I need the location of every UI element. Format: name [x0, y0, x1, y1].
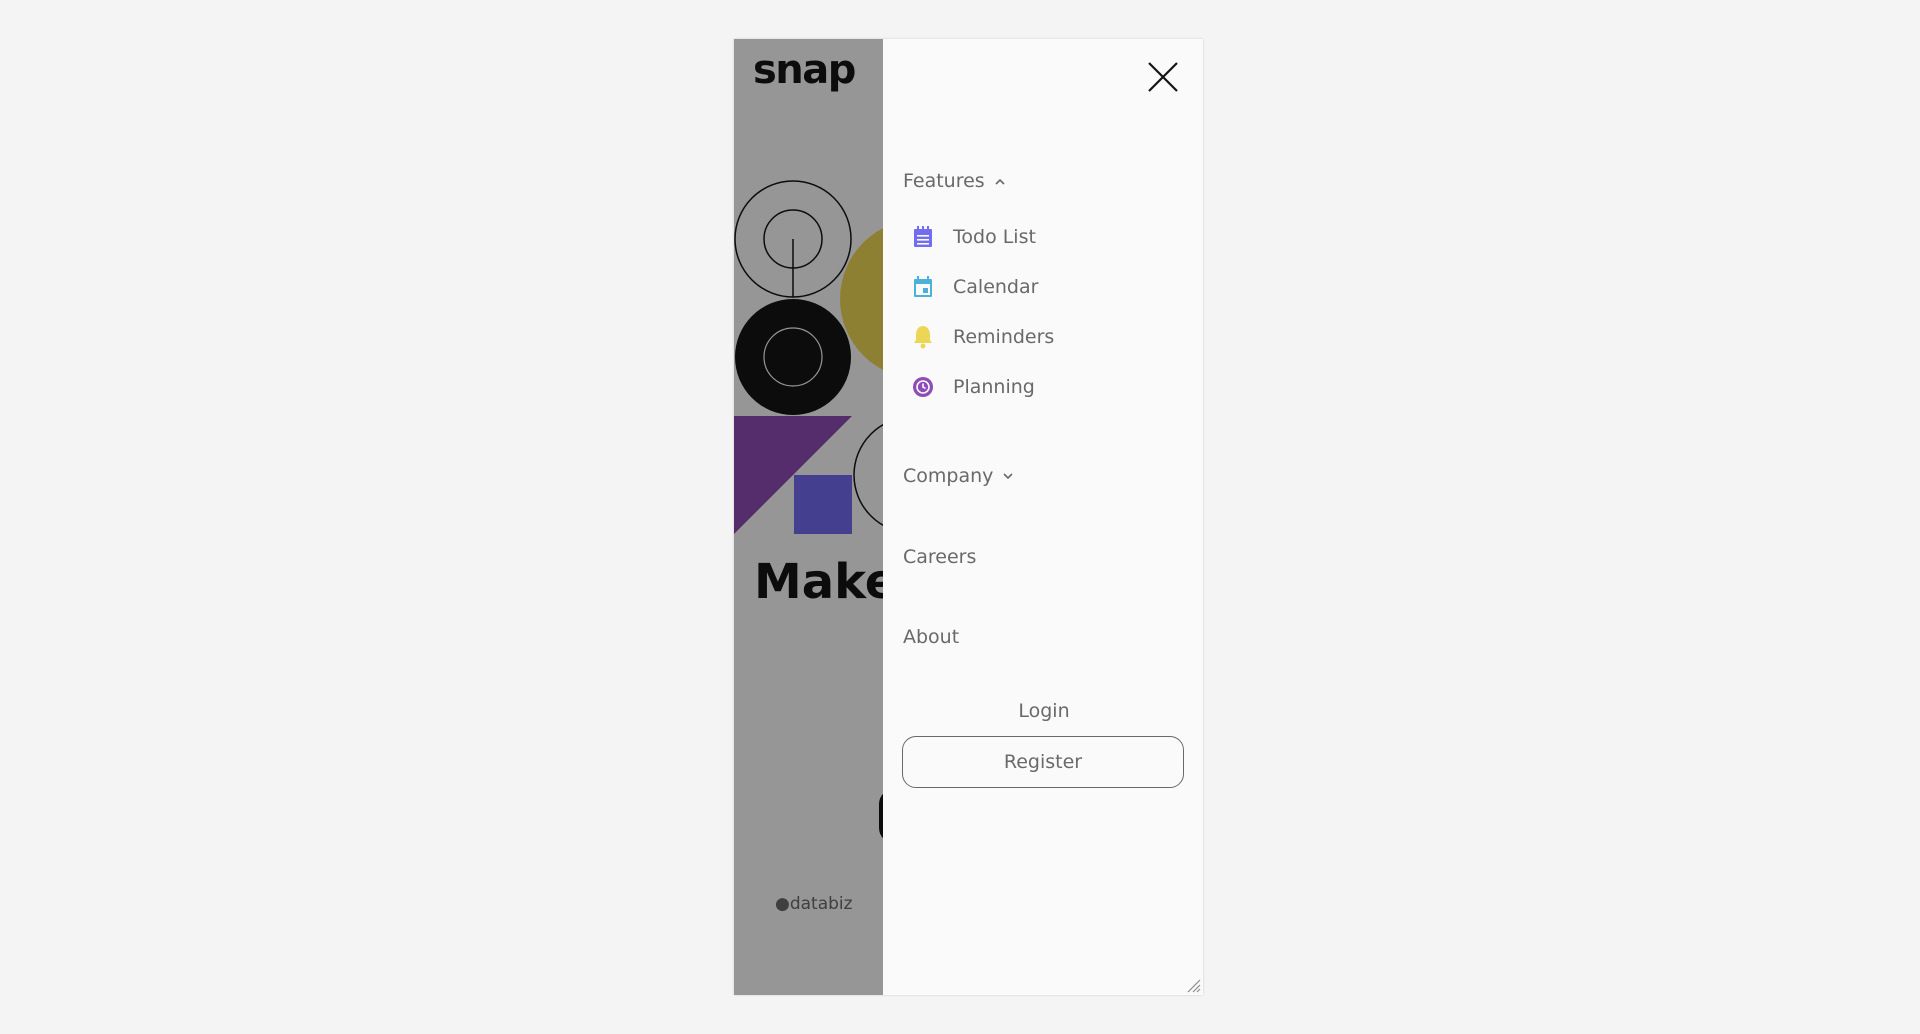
chevron-down-icon [1003, 472, 1013, 479]
features-menu-toggle[interactable]: Features [903, 170, 1005, 192]
bell-icon [912, 325, 934, 349]
resize-grip-icon[interactable] [1185, 977, 1201, 993]
about-link[interactable]: About [903, 626, 959, 648]
company-menu-toggle[interactable]: Company [903, 465, 1013, 487]
company-label: Company [903, 465, 994, 487]
menu-item-todo-list[interactable]: Todo List [912, 225, 1036, 249]
chevron-up-icon [995, 178, 1005, 185]
menu-item-calendar[interactable]: Calendar [912, 275, 1038, 299]
menu-item-label: Calendar [953, 276, 1039, 298]
login-button[interactable]: Login [903, 699, 1185, 723]
menu-item-reminders[interactable]: Reminders [912, 325, 1054, 349]
careers-link[interactable]: Careers [903, 546, 976, 568]
menu-item-label: Reminders [953, 326, 1055, 348]
mobile-nav-drawer: Features Todo List Calendar Reminders Pl… [883, 39, 1203, 995]
planning-icon [912, 375, 934, 399]
close-icon [1148, 62, 1178, 92]
menu-item-label: Planning [953, 376, 1035, 398]
mobile-viewport: snap Make Get your te location. Str team… [734, 39, 1203, 995]
features-label: Features [903, 170, 985, 192]
register-button[interactable]: Register [902, 736, 1184, 788]
calendar-icon [912, 275, 934, 299]
menu-item-planning[interactable]: Planning [912, 375, 1035, 399]
close-menu-button[interactable] [1143, 57, 1183, 97]
menu-item-label: Todo List [953, 226, 1036, 248]
todo-list-icon [912, 225, 934, 249]
